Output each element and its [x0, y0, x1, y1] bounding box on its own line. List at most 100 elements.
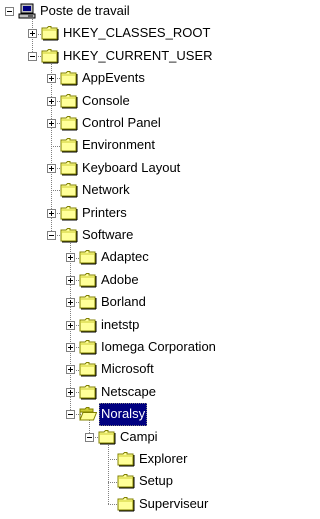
folder-closed-icon: [79, 249, 97, 265]
tree-node-environment[interactable]: Environment: [0, 134, 261, 156]
expander-vertical-bar: [70, 345, 71, 350]
folder-closed-icon: [79, 361, 97, 377]
tree-node-adobe[interactable]: Adobe: [0, 269, 261, 291]
tree-node-label[interactable]: Console: [80, 90, 132, 112]
folder-closed-icon: [79, 272, 97, 288]
tree-node-adaptec[interactable]: Adaptec: [0, 246, 261, 268]
expand-plus-icon[interactable]: [47, 208, 56, 218]
tree-node-label[interactable]: Network: [80, 179, 132, 201]
folder-open-icon: [79, 406, 98, 422]
tree-node-label[interactable]: Keyboard Layout: [80, 157, 182, 179]
folder-closed-icon: [117, 473, 135, 489]
expander-vertical-bar: [51, 76, 52, 82]
tree-node-printers[interactable]: Printers: [0, 202, 261, 224]
expand-plus-icon[interactable]: [47, 74, 56, 84]
folder-closed-icon: [60, 70, 78, 86]
expander-vertical-bar: [51, 98, 52, 104]
collapse-minus-icon[interactable]: [66, 410, 75, 420]
tree-node-console[interactable]: Console: [0, 90, 261, 112]
tree-node-label[interactable]: Adobe: [99, 269, 141, 291]
tree-node-label[interactable]: Control Panel: [80, 112, 163, 134]
tree-node-network[interactable]: Network: [0, 179, 261, 201]
expander-horizontal-bar: [68, 414, 73, 416]
tree-node-label[interactable]: Printers: [80, 202, 129, 224]
tree-node-label[interactable]: AppEvents: [80, 67, 147, 89]
tree-node-control-panel[interactable]: Control Panel: [0, 112, 261, 134]
folder-closed-icon: [41, 48, 59, 64]
folder-closed-icon: [60, 137, 78, 153]
expand-plus-icon[interactable]: [66, 387, 75, 397]
tree-node-software[interactable]: Software: [0, 224, 261, 246]
registry-tree-view[interactable]: Poste de travail HKEY_CLASSES_ROOT HKEY_CU…: [0, 0, 261, 512]
folder-closed-icon: [60, 227, 78, 243]
tree-node-keyboard-layout[interactable]: Keyboard Layout: [0, 157, 261, 179]
tree-node-label[interactable]: HKEY_CURRENT_USER: [61, 45, 215, 67]
expander-vertical-bar: [51, 121, 52, 126]
expand-plus-icon[interactable]: [66, 343, 75, 352]
tree-node-borland[interactable]: Borland: [0, 291, 261, 313]
expand-plus-icon[interactable]: [66, 320, 75, 330]
collapse-minus-icon[interactable]: [85, 432, 94, 442]
folder-closed-icon: [60, 160, 78, 176]
tree-node-label[interactable]: Iomega Corporation: [99, 336, 218, 358]
expander-vertical-bar: [51, 165, 52, 171]
folder-closed-icon: [60, 93, 78, 109]
folder-closed-icon: [60, 182, 78, 198]
tree-node-inetstp[interactable]: inetstp: [0, 314, 261, 336]
folder-closed-icon: [79, 339, 97, 355]
expander-horizontal-bar: [49, 235, 54, 236]
tree-node-label[interactable]: Netscape: [99, 381, 158, 403]
expand-plus-icon[interactable]: [66, 275, 75, 285]
tree-node-setup[interactable]: Setup: [0, 470, 261, 492]
expander-vertical-bar: [51, 210, 52, 216]
tree-node-label[interactable]: Campi: [118, 426, 160, 448]
tree-node-explorer[interactable]: Explorer: [0, 448, 261, 470]
tree-node-noralsy[interactable]: Noralsy: [0, 403, 261, 426]
tree-node-label[interactable]: Poste de travail: [38, 0, 132, 22]
expand-plus-icon[interactable]: [47, 163, 56, 173]
tree-node-label[interactable]: Adaptec: [99, 246, 151, 268]
tree-node-label[interactable]: HKEY_CLASSES_ROOT: [61, 22, 212, 44]
tree-node-hkcu[interactable]: HKEY_CURRENT_USER: [0, 45, 261, 67]
tree-node-superviseur[interactable]: Superviseur: [0, 493, 261, 515]
expander-horizontal-bar: [7, 11, 12, 12]
tree-node-label[interactable]: Explorer: [137, 448, 189, 470]
collapse-minus-icon[interactable]: [47, 231, 56, 240]
tree-node-campi[interactable]: Campi: [0, 426, 261, 448]
folder-closed-icon: [117, 451, 135, 467]
expand-plus-icon[interactable]: [66, 365, 75, 375]
tree-node-hkcr[interactable]: HKEY_CLASSES_ROOT: [0, 22, 261, 44]
expander-vertical-bar: [70, 277, 71, 283]
tree-node-netscape[interactable]: Netscape: [0, 381, 261, 403]
tree-node-label[interactable]: Environment: [80, 134, 157, 156]
collapse-minus-icon[interactable]: [5, 7, 14, 16]
folder-closed-icon: [41, 25, 59, 41]
tree-node-microsoft[interactable]: Microsoft: [0, 358, 261, 380]
folder-closed-icon: [60, 115, 78, 131]
tree-node-label[interactable]: Software: [80, 224, 135, 246]
folder-closed-icon: [60, 205, 78, 221]
tree-node-label[interactable]: Superviseur: [137, 493, 210, 515]
tree-node-label[interactable]: Borland: [99, 291, 148, 313]
expander-vertical-bar: [70, 367, 71, 373]
expander-vertical-bar: [70, 322, 71, 328]
tree-node-label[interactable]: inetstp: [99, 314, 141, 336]
expand-plus-icon[interactable]: [66, 253, 75, 263]
tree-node-label[interactable]: Microsoft: [99, 358, 156, 380]
collapse-minus-icon[interactable]: [28, 51, 37, 61]
expander-horizontal-bar: [87, 436, 92, 438]
tree-node-label[interactable]: Setup: [137, 470, 175, 492]
expand-plus-icon[interactable]: [47, 96, 56, 106]
tree-node-label[interactable]: Noralsy: [99, 403, 148, 426]
expander-vertical-bar: [70, 255, 71, 261]
tree-node-iomega[interactable]: Iomega Corporation: [0, 336, 261, 358]
folder-closed-icon: [79, 294, 97, 310]
folder-closed-icon: [79, 317, 97, 333]
folder-closed-icon: [117, 496, 135, 512]
expand-plus-icon[interactable]: [47, 119, 56, 128]
expand-plus-icon[interactable]: [28, 29, 37, 39]
tree-node-appevents[interactable]: AppEvents: [0, 67, 261, 89]
tree-root[interactable]: Poste de travail: [0, 0, 261, 22]
expand-plus-icon[interactable]: [66, 298, 75, 308]
expander-vertical-bar: [32, 31, 33, 37]
